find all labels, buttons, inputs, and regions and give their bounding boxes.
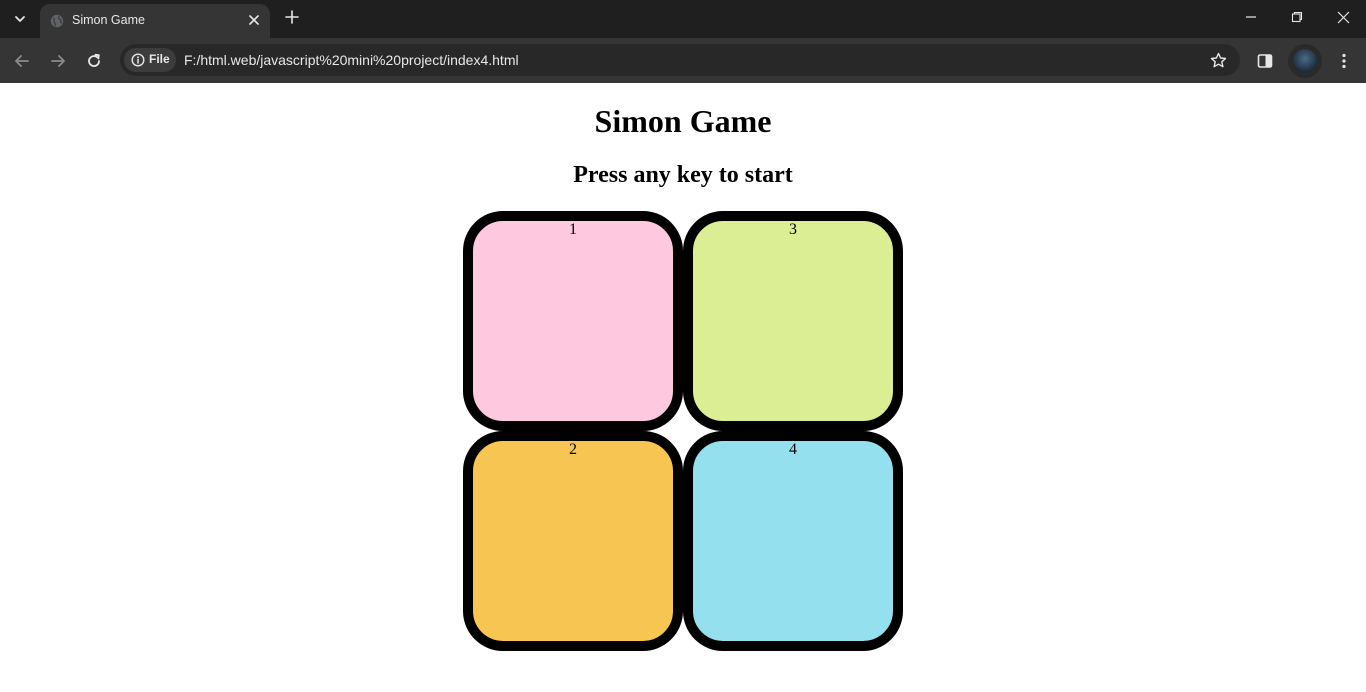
info-icon <box>131 53 145 67</box>
url-text[interactable]: F:/html.web/javascript%20mini%20project/… <box>184 52 519 68</box>
forward-button[interactable] <box>43 46 73 76</box>
arrow-right-icon <box>51 55 65 67</box>
bookmark-button[interactable] <box>1208 50 1228 70</box>
pad-number: 1 <box>569 221 577 238</box>
restore-button[interactable] <box>1274 0 1320 34</box>
page-title: Simon Game <box>594 103 772 139</box>
game-status: Press any key to start <box>573 162 793 188</box>
pad-number: 3 <box>789 221 797 238</box>
reload-button[interactable] <box>79 46 109 76</box>
browser-titlebar: Simon Game <box>0 0 1366 38</box>
page-content: Simon Game Press any key to start 1 3 2 … <box>0 83 1366 692</box>
close-icon <box>249 15 259 25</box>
arrow-left-icon <box>15 55 29 67</box>
minimize-button[interactable] <box>1228 0 1274 34</box>
game-pad-4[interactable]: 4 <box>683 431 903 651</box>
plus-icon <box>285 10 299 24</box>
browser-menu-button[interactable] <box>1332 48 1356 74</box>
back-button[interactable] <box>7 46 37 76</box>
tab-close-button[interactable] <box>244 10 264 30</box>
chevron-down-icon <box>15 16 25 22</box>
site-info-chip[interactable]: File <box>124 48 176 72</box>
profile-button[interactable] <box>1288 44 1322 78</box>
star-icon <box>1210 52 1226 67</box>
more-vert-icon <box>1342 53 1346 69</box>
close-icon <box>1337 11 1349 23</box>
side-panel-icon <box>1257 54 1273 68</box>
game-pad-3[interactable]: 3 <box>683 211 903 431</box>
game-pad-1[interactable]: 1 <box>463 211 683 431</box>
pad-number: 4 <box>789 441 797 458</box>
pad-number: 2 <box>569 441 577 458</box>
tab-search-button[interactable] <box>6 5 34 33</box>
new-tab-button[interactable] <box>280 5 304 29</box>
site-chip-label: File <box>149 52 170 66</box>
address-bar[interactable]: File F:/html.web/javascript%20mini%20pro… <box>120 44 1240 76</box>
tab-title: Simon Game <box>72 13 145 27</box>
globe-icon <box>50 14 64 28</box>
restore-icon <box>1291 11 1303 23</box>
reload-icon <box>88 53 100 67</box>
window-close-button[interactable] <box>1320 0 1366 34</box>
game-pad-2[interactable]: 2 <box>463 431 683 651</box>
tab-simon-game[interactable]: Simon Game <box>40 4 270 38</box>
avatar <box>1293 49 1317 73</box>
browser-toolbar: File F:/html.web/javascript%20mini%20pro… <box>0 38 1366 83</box>
minimize-icon <box>1246 16 1256 18</box>
side-panel-button[interactable] <box>1252 48 1278 74</box>
